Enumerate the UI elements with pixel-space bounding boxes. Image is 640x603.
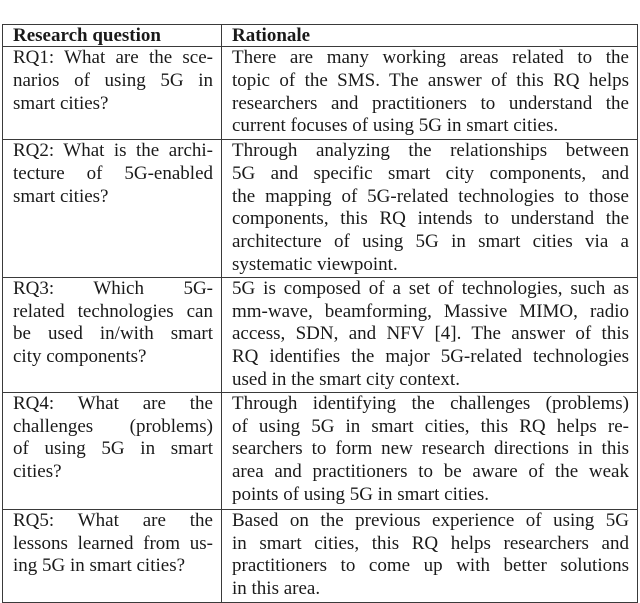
text-line: researchers and practitioners to underst… [232,92,629,114]
text-line: Based on the previous experience of usin… [232,509,629,531]
table-row: RQ4: What are the challenges (problems) … [2,391,638,510]
research-questions-table: Research question Rationale RQ1: What ar… [2,24,638,603]
header-research-question: Research question [2,24,222,47]
table-row: RQ2: What is the archi- tecture of 5G-en… [2,139,638,278]
text-line: be used in/with smart [13,323,213,345]
rationale-cell: 5G is composed of a set of technologies,… [221,276,638,393]
research-question-cell: RQ4: What are the challenges (problems) … [2,391,222,510]
text-line: in this area. [232,578,321,600]
text-line: RQ identifies the major 5G-related techn… [232,346,629,368]
text-line: RQ4: What are the [13,392,213,414]
table-row: RQ5: What are the lessons learned from u… [2,508,638,603]
rationale-cell: Through identifying the challenges (prob… [221,391,638,510]
text-line: cities? [13,461,62,483]
research-question-cell: RQ2: What is the archi- tecture of 5G-en… [2,139,222,278]
text-line: 5G and specific smart city components, a… [232,162,629,184]
text-line: topic of the SMS. The answer of this RQ … [232,69,629,91]
header-row: Research question Rationale [2,24,638,47]
text-line: related technologies can [13,300,213,322]
research-question-cell: RQ1: What are the sce- narios of using 5… [2,46,222,140]
text-line: narios of using 5G in [13,69,213,91]
text-line: ing 5G in smart cities? [13,555,186,577]
text-line: Through identifying the challenges (prob… [232,392,629,414]
rationale-cell: Through analyzing the relationships betw… [221,139,638,278]
text-line: architecture of using 5G in smart cities… [232,231,629,253]
text-line: Through analyzing the relationships betw… [232,140,629,161]
text-line: tecture of 5G-enabled [13,162,213,184]
text-line: RQ1: What are the sce- [13,47,213,68]
text-line: smart cities? [13,185,109,207]
research-question-cell: RQ5: What are the lessons learned from u… [2,508,222,603]
text-line: practitioners to come up with better sol… [232,555,629,577]
text-line: RQ3: Which 5G- [13,277,213,299]
text-line: current focuses of using 5G in smart cit… [232,115,559,137]
text-line: of using 5G in smart cities, this RQ hel… [232,415,629,437]
rationale-cell: Based on the previous experience of usin… [221,508,638,603]
text-line: systematic viewpoint. [232,253,398,275]
header-rationale: Rationale [221,24,638,47]
text-line: mm-wave, beamforming, Massive MIMO, radi… [232,300,629,322]
text-line: points of using 5G in smart cities. [232,483,490,505]
text-line: used in the smart city context. [232,368,460,390]
text-line: smart cities? [13,92,109,114]
text-line: of using 5G in smart [13,438,213,460]
text-line: 5G is composed of a set of technologies,… [232,277,629,299]
text-line: lessons learned from us- [13,532,213,554]
research-question-cell: RQ3: Which 5G- related technologies can … [2,276,222,393]
text-line: access, SDN, and NFV [4]. The answer of … [232,323,629,345]
text-line: city components? [13,346,147,368]
text-line: searchers to form new research direction… [232,438,629,460]
rationale-cell: There are many working areas related to … [221,46,638,140]
text-line: area and practitioners to be aware of th… [232,461,629,483]
text-line: components, this RQ intends to understan… [232,208,629,230]
table-row: RQ3: Which 5G- related technologies can … [2,276,638,393]
text-line: the mapping of 5G-related technologies t… [232,185,629,207]
text-line: There are many working areas related to … [232,47,629,68]
text-line: in smart cities, this RQ helps researche… [232,532,629,554]
text-line: RQ2: What is the archi- [13,140,213,161]
table-row: RQ1: What are the sce- narios of using 5… [2,46,638,140]
text-line: RQ5: What are the [13,509,213,531]
text-line: challenges (problems) [13,415,213,437]
